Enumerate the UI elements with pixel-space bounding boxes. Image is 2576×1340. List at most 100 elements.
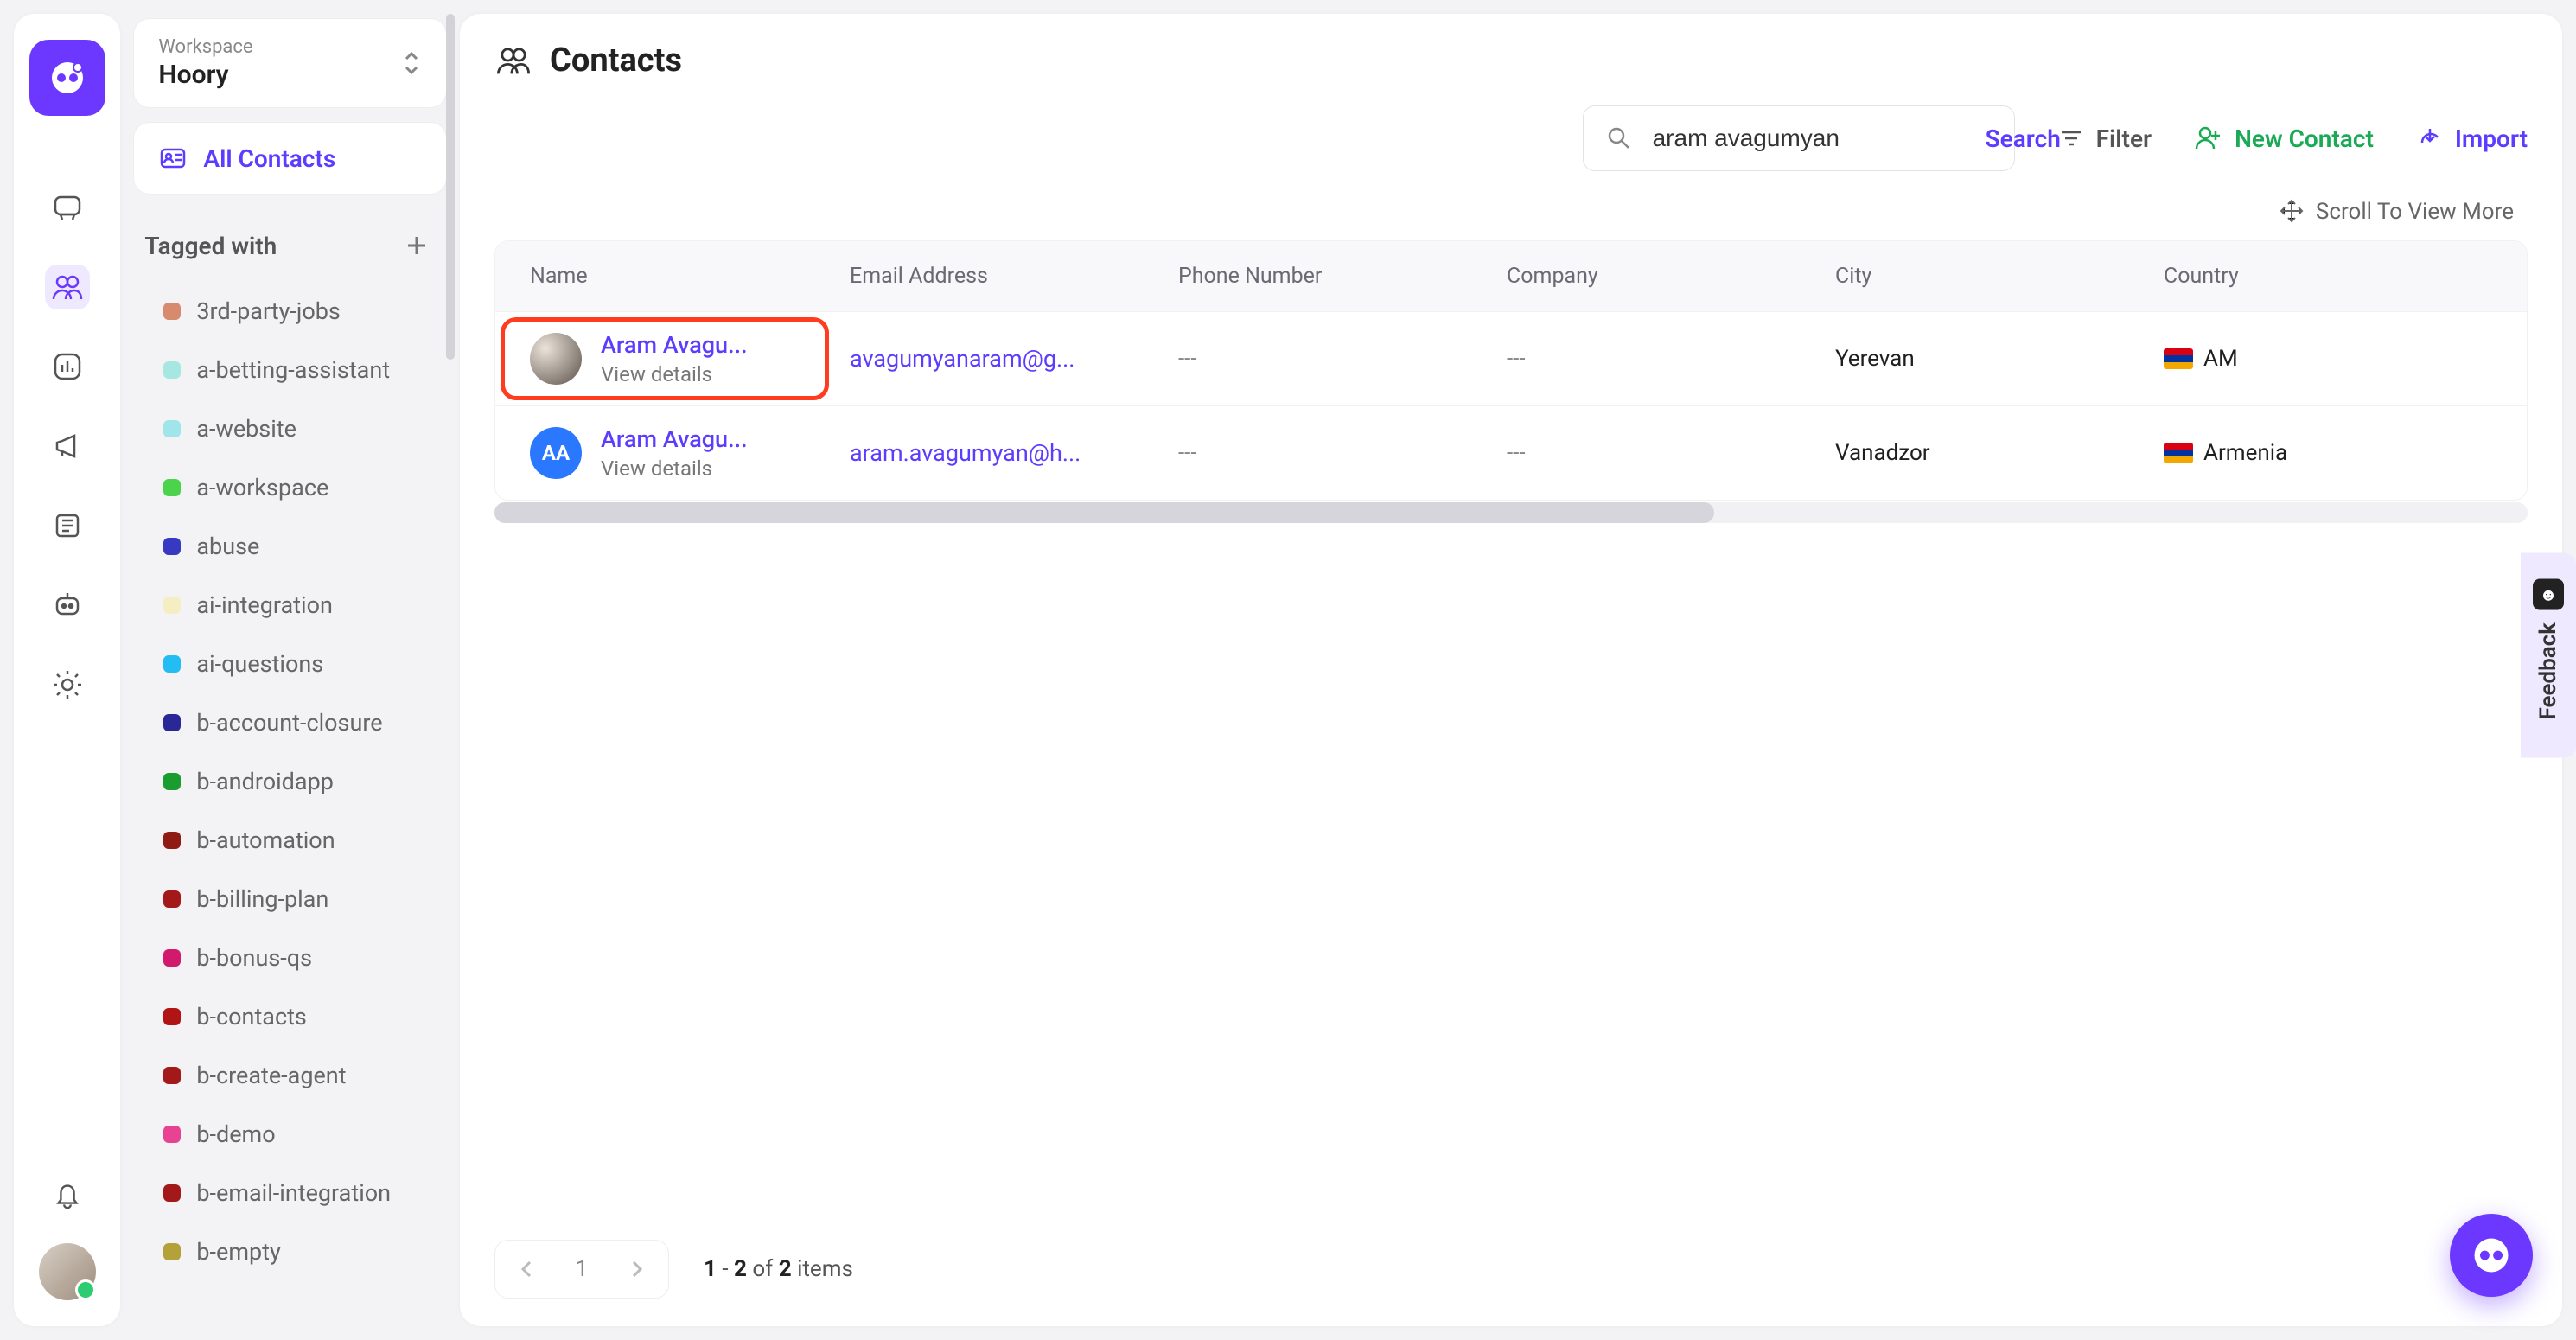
- robot-icon: [50, 588, 85, 622]
- phone-cell: ---: [1178, 440, 1507, 466]
- pager-next[interactable]: [616, 1249, 656, 1289]
- all-contacts-button[interactable]: All Contacts: [134, 123, 446, 194]
- nav-help[interactable]: [45, 503, 90, 548]
- view-details-link[interactable]: View details: [601, 456, 748, 481]
- tag-item[interactable]: 3rd-party-jobs: [155, 284, 446, 339]
- tag-label: b-email-integration: [196, 1179, 391, 1207]
- chat-icon: [50, 190, 85, 225]
- feedback-emoji-icon: ☻: [2533, 579, 2564, 610]
- pager-prev[interactable]: [507, 1249, 547, 1289]
- name-cell[interactable]: AAAram Avagu...View details: [530, 425, 850, 481]
- tag-color-dot: [163, 1067, 181, 1084]
- tag-item[interactable]: b-demo: [155, 1107, 446, 1162]
- tag-label: b-androidapp: [196, 768, 334, 795]
- tag-label: b-account-closure: [196, 709, 382, 737]
- tag-color-dot: [163, 714, 181, 731]
- tag-item[interactable]: b-contacts: [155, 989, 446, 1044]
- all-contacts-label: All Contacts: [203, 144, 335, 173]
- chat-fab[interactable]: [2450, 1214, 2533, 1297]
- tag-color-dot: [163, 773, 181, 790]
- tag-item[interactable]: b-create-agent: [155, 1048, 446, 1103]
- tag-item[interactable]: a-betting-assistant: [155, 342, 446, 398]
- new-contact-icon: [2195, 124, 2222, 152]
- company-cell: ---: [1507, 440, 1835, 466]
- tag-item[interactable]: b-email-integration: [155, 1165, 446, 1221]
- app-logo[interactable]: [29, 40, 105, 116]
- col-company: Company: [1507, 264, 1835, 289]
- chevron-left-icon: [517, 1259, 538, 1279]
- flag-icon: [2164, 443, 2193, 463]
- pager-page-number: 1: [556, 1256, 608, 1282]
- sidebar-scrollbar[interactable]: [446, 14, 455, 360]
- search-icon: [1606, 125, 1632, 151]
- nav-campaigns[interactable]: [45, 424, 90, 469]
- tag-color-dot: [163, 597, 181, 614]
- tag-item[interactable]: ai-integration: [155, 577, 446, 633]
- plus-icon: [405, 233, 429, 258]
- scroll-arrows-icon: [2280, 199, 2304, 223]
- contact-name[interactable]: Aram Avagu...: [601, 331, 748, 359]
- table-row[interactable]: Aram Avagu... View details avagumyanaram@g…: [495, 311, 2527, 405]
- email-cell[interactable]: aram.avagumyan@h...: [850, 439, 1178, 467]
- tag-item[interactable]: a-workspace: [155, 460, 446, 515]
- bell-icon: [51, 1178, 84, 1211]
- filter-button[interactable]: Filter: [2058, 124, 2152, 153]
- workspace-name: Hoory: [158, 60, 422, 90]
- nav-notifications[interactable]: [45, 1172, 90, 1217]
- search-input[interactable]: [1653, 124, 1965, 152]
- tag-item[interactable]: ai-questions: [155, 636, 446, 692]
- city-cell: Vanadzor: [1835, 440, 2164, 466]
- tag-item[interactable]: b-automation: [155, 813, 446, 868]
- nav-ai[interactable]: [45, 583, 90, 628]
- scrollbar-thumb[interactable]: [494, 502, 1714, 523]
- tag-color-dot: [163, 1243, 181, 1260]
- tag-label: 3rd-party-jobs: [196, 297, 340, 325]
- tag-item[interactable]: b-account-closure: [155, 695, 446, 750]
- company-cell: ---: [1507, 346, 1835, 372]
- current-user-avatar[interactable]: [39, 1243, 96, 1300]
- email-cell[interactable]: avagumyanaram@g...: [850, 345, 1178, 373]
- tag-label: ai-questions: [196, 650, 323, 678]
- main-panel: Contacts Search Filter New Contact Impor…: [460, 14, 2562, 1326]
- tag-label: b-empty: [196, 1238, 280, 1266]
- search-button[interactable]: Search: [1986, 124, 2061, 153]
- horizontal-scrollbar[interactable]: [494, 502, 2528, 523]
- contacts-table: Name Email Address Phone Number Company …: [494, 240, 2528, 501]
- new-contact-button[interactable]: New Contact: [2195, 124, 2374, 153]
- nav-contacts[interactable]: [45, 265, 90, 309]
- contact-card-icon: [158, 144, 188, 173]
- name-cell[interactable]: Aram Avagu... View details: [530, 331, 850, 386]
- import-button[interactable]: Import: [2417, 124, 2528, 153]
- add-tag-button[interactable]: [398, 227, 436, 265]
- tag-item[interactable]: abuse: [155, 519, 446, 574]
- tag-item[interactable]: a-website: [155, 401, 446, 456]
- tag-label: b-create-agent: [196, 1062, 346, 1089]
- scroll-hint: Scroll To View More: [494, 190, 2528, 240]
- feedback-tab[interactable]: Feedback ☻: [2521, 553, 2576, 758]
- contact-name[interactable]: Aram Avagu...: [601, 425, 748, 453]
- table-row[interactable]: AAAram Avagu...View detailsaram.avagumya…: [495, 405, 2527, 500]
- nav-conversations[interactable]: [45, 185, 90, 230]
- new-contact-label: New Contact: [2235, 124, 2374, 153]
- tag-color-dot: [163, 949, 181, 967]
- nav-reports[interactable]: [45, 344, 90, 389]
- country-cell: Armenia: [2164, 440, 2492, 466]
- tag-item[interactable]: b-empty: [155, 1224, 446, 1279]
- nav-settings[interactable]: [45, 662, 90, 707]
- tag-label: b-demo: [196, 1120, 275, 1148]
- chevron-updown-icon: [401, 50, 422, 76]
- tag-color-dot: [163, 1184, 181, 1202]
- city-cell: Yerevan: [1835, 346, 2164, 372]
- book-icon: [50, 508, 85, 543]
- chart-icon: [50, 349, 85, 384]
- tag-label: a-workspace: [196, 474, 328, 501]
- sidebar: Workspace Hoory All Contacts Tagged with…: [134, 14, 446, 1326]
- tag-item[interactable]: b-bonus-qs: [155, 930, 446, 986]
- contacts-icon: [50, 270, 85, 304]
- tag-item[interactable]: b-billing-plan: [155, 871, 446, 927]
- tag-item[interactable]: b-androidapp: [155, 754, 446, 809]
- view-details-link[interactable]: View details: [601, 362, 748, 386]
- workspace-selector[interactable]: Workspace Hoory: [134, 19, 446, 107]
- tag-label: b-contacts: [196, 1003, 307, 1031]
- col-phone: Phone Number: [1178, 264, 1507, 289]
